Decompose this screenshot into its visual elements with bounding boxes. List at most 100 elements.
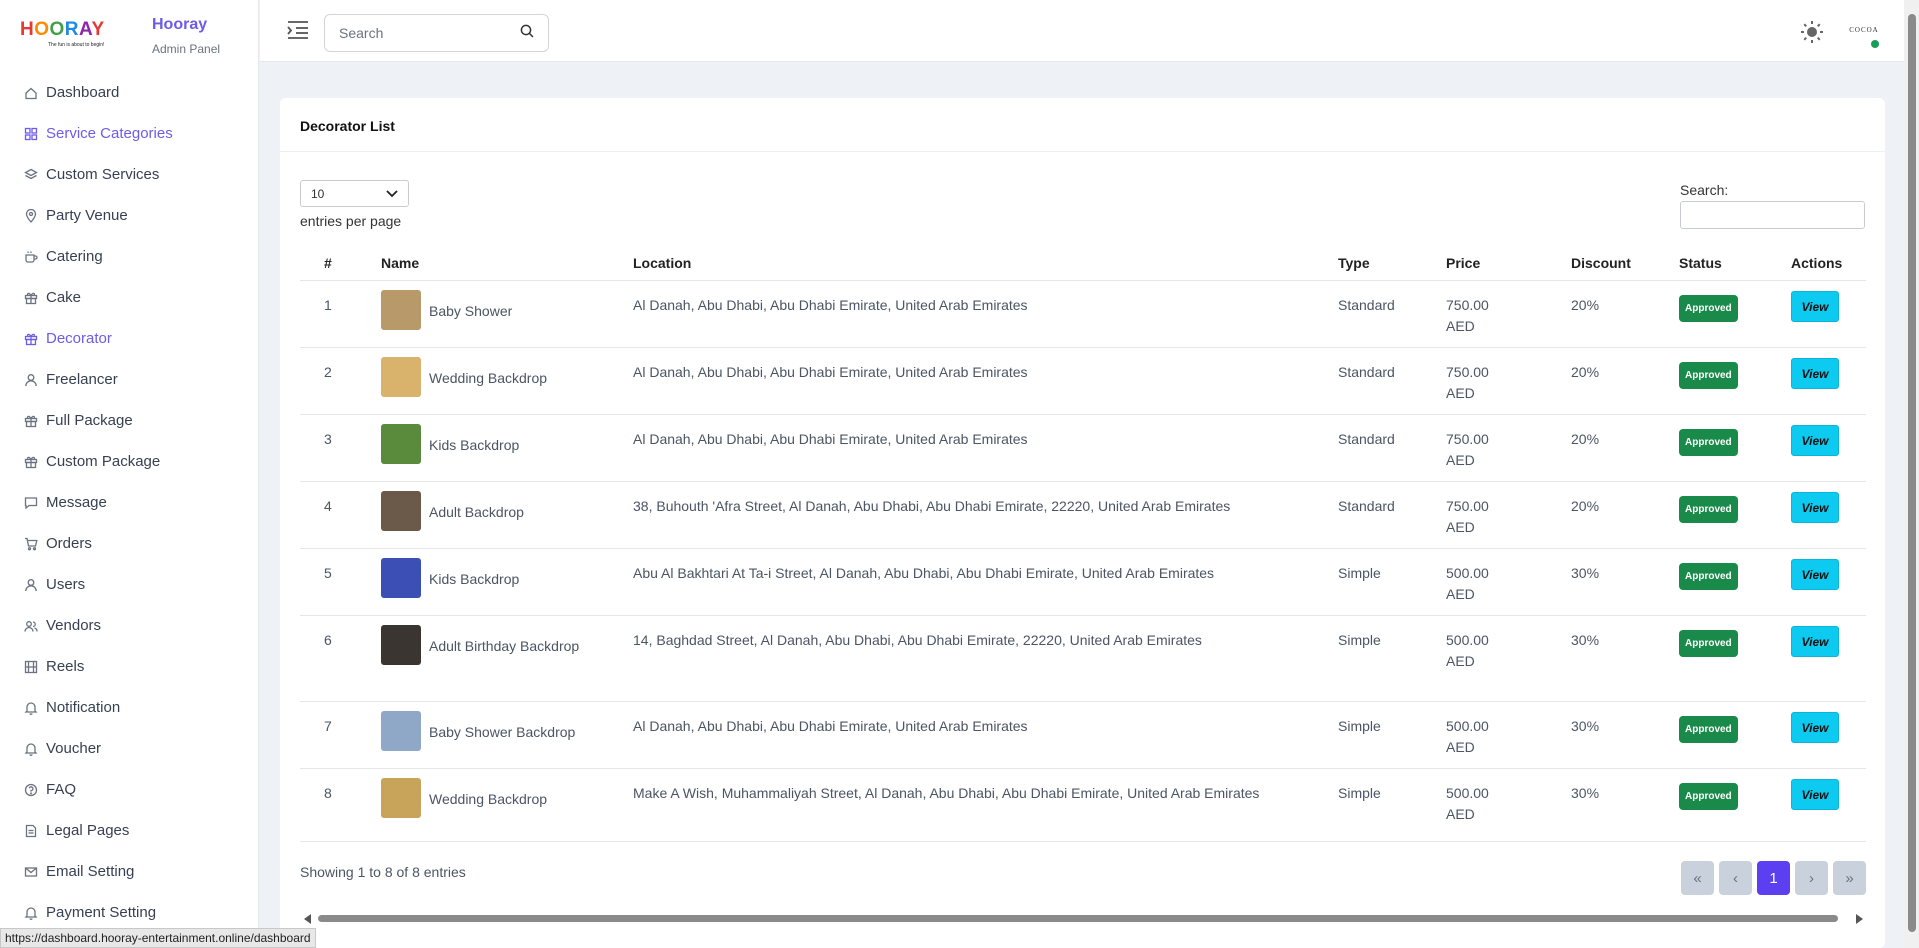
document-icon xyxy=(24,824,38,838)
row-actions: View xyxy=(1791,615,1866,702)
entries-per-page-select[interactable]: 10 xyxy=(300,180,409,207)
table-row: 6 Adult Birthday Backdrop 14, Baghdad Stre… xyxy=(300,615,1866,702)
gift-icon xyxy=(24,455,38,469)
view-button[interactable]: View xyxy=(1791,625,1839,657)
scroll-right-arrow-icon[interactable] xyxy=(1856,914,1863,924)
col-header-actions[interactable]: Actions xyxy=(1791,246,1866,281)
gift-icon xyxy=(24,291,38,305)
sidebar-item-legal-pages[interactable]: Legal Pages xyxy=(0,810,258,851)
row-price: 750.00 AED xyxy=(1446,481,1571,549)
sidebar-item-payment-setting[interactable]: Payment Setting xyxy=(0,892,258,933)
sidebar-item-label: FAQ xyxy=(46,781,77,798)
row-price-text: 750.00 AED xyxy=(1446,430,1489,468)
decorator-list-card: Decorator List 10 entries per page Searc… xyxy=(280,98,1885,948)
col-header-name[interactable]: Name xyxy=(381,246,633,281)
row-name: Baby Shower Backdrop xyxy=(429,723,576,740)
sidebar-item-label: Party Venue xyxy=(46,207,128,224)
horizontal-scroll-thumb[interactable] xyxy=(318,915,1838,922)
user-icon xyxy=(24,578,38,592)
status-badge: Approved xyxy=(1679,495,1738,523)
logo-tagline: The fun is about to begin! xyxy=(48,42,105,48)
view-button[interactable]: View xyxy=(1791,357,1839,389)
search-icon[interactable] xyxy=(520,24,534,43)
menu-toggle-icon[interactable] xyxy=(287,20,309,40)
row-name-cell: Baby Shower xyxy=(381,280,633,348)
grid-icon xyxy=(24,127,38,141)
row-type: Standard xyxy=(1338,347,1446,415)
col-header-type[interactable]: Type xyxy=(1338,246,1446,281)
vertical-scrollbar[interactable] xyxy=(1904,0,1919,948)
row-index: 1 xyxy=(300,280,381,348)
sidebar-item-vendors[interactable]: Vendors xyxy=(0,605,258,646)
hooray-logo[interactable]: HOORAY The fun is about to begin! xyxy=(20,16,110,50)
decorator-thumbnail xyxy=(381,777,421,818)
sidebar-item-voucher[interactable]: Voucher xyxy=(0,728,258,769)
row-name-cell: Adult Backdrop xyxy=(381,481,633,549)
last-page-button[interactable]: » xyxy=(1833,861,1866,895)
view-button[interactable]: View xyxy=(1791,424,1839,456)
sidebar-item-message[interactable]: Message xyxy=(0,482,258,523)
prev-page-button[interactable]: ‹ xyxy=(1719,861,1752,895)
sidebar-item-users[interactable]: Users xyxy=(0,564,258,605)
sidebar-item-orders[interactable]: Orders xyxy=(0,523,258,564)
status-badge: Approved xyxy=(1679,562,1738,590)
view-button[interactable]: View xyxy=(1791,558,1839,590)
sidebar-item-label: Payment Setting xyxy=(46,904,157,921)
sidebar-item-party-venue[interactable]: Party Venue xyxy=(0,195,258,236)
sidebar-item-custom-package[interactable]: Custom Package xyxy=(0,441,258,482)
row-name-cell: Wedding Backdrop xyxy=(381,347,633,415)
sidebar-item-faq[interactable]: FAQ xyxy=(0,769,258,810)
sidebar-item-notification[interactable]: Notification xyxy=(0,687,258,728)
col-header-status[interactable]: Status xyxy=(1679,246,1791,281)
top-search-input[interactable] xyxy=(339,25,520,41)
horizontal-scrollbar[interactable] xyxy=(280,910,1885,926)
sidebar-item-decorator[interactable]: Decorator xyxy=(0,318,258,359)
row-type: Simple xyxy=(1338,548,1446,616)
table-search-input[interactable] xyxy=(1680,201,1865,229)
theme-toggle-sun-icon[interactable] xyxy=(1800,20,1824,44)
sidebar-item-label: Cake xyxy=(46,289,82,306)
next-page-button[interactable]: › xyxy=(1795,861,1828,895)
sidebar-item-full-package[interactable]: Full Package xyxy=(0,400,258,441)
user-avatar[interactable]: COCOA xyxy=(1847,20,1881,50)
view-button[interactable]: View xyxy=(1791,290,1839,322)
users-icon xyxy=(24,619,38,633)
col-header-index[interactable]: # xyxy=(300,246,381,281)
sidebar-item-email-setting[interactable]: Email Setting xyxy=(0,851,258,892)
table-row: 2 Wedding Backdrop Al Danah, Abu Dhabi, Ab… xyxy=(300,347,1866,415)
page-1-button[interactable]: 1 xyxy=(1757,861,1790,895)
sidebar-item-catering[interactable]: Catering xyxy=(0,236,258,277)
decorator-thumbnail xyxy=(381,490,421,531)
row-price-text: 750.00 AED xyxy=(1446,497,1489,535)
sidebar-item-cake[interactable]: Cake xyxy=(0,277,258,318)
row-location: Make A Wish, Muhammaliyah Street, Al Dan… xyxy=(633,768,1338,842)
sidebar-item-label: Freelancer xyxy=(46,371,118,388)
sidebar-item-dashboard[interactable]: Dashboard xyxy=(0,72,258,113)
view-button[interactable]: View xyxy=(1791,711,1839,743)
view-button[interactable]: View xyxy=(1791,778,1839,810)
row-discount: 30% xyxy=(1571,548,1679,616)
row-discount: 20% xyxy=(1571,414,1679,482)
gift-icon xyxy=(24,414,38,428)
topbar: COCOA xyxy=(260,0,1919,62)
layers-icon xyxy=(24,168,38,182)
vertical-scroll-thumb[interactable] xyxy=(1908,14,1916,932)
row-name-cell: Wedding Backdrop xyxy=(381,768,633,842)
row-index: 3 xyxy=(300,414,381,482)
row-name: Wedding Backdrop xyxy=(429,369,548,386)
col-header-discount[interactable]: Discount xyxy=(1571,246,1679,281)
sidebar-item-freelancer[interactable]: Freelancer xyxy=(0,359,258,400)
map-pin-icon xyxy=(24,208,38,223)
sidebar-item-reels[interactable]: Reels xyxy=(0,646,258,687)
first-page-button[interactable]: « xyxy=(1681,861,1714,895)
col-header-location[interactable]: Location xyxy=(633,246,1338,281)
row-actions: View xyxy=(1791,280,1866,348)
online-status-dot xyxy=(1871,40,1879,48)
scroll-left-arrow-icon[interactable] xyxy=(304,914,311,924)
sidebar-item-service-categories[interactable]: Service Categories xyxy=(0,113,258,154)
sidebar-item-custom-services[interactable]: Custom Services xyxy=(0,154,258,195)
row-location: 38, Buhouth 'Afra Street, Al Danah, Abu … xyxy=(633,481,1338,549)
row-price-text: 750.00 AED xyxy=(1446,363,1489,401)
col-header-price[interactable]: Price xyxy=(1446,246,1571,281)
view-button[interactable]: View xyxy=(1791,491,1839,523)
